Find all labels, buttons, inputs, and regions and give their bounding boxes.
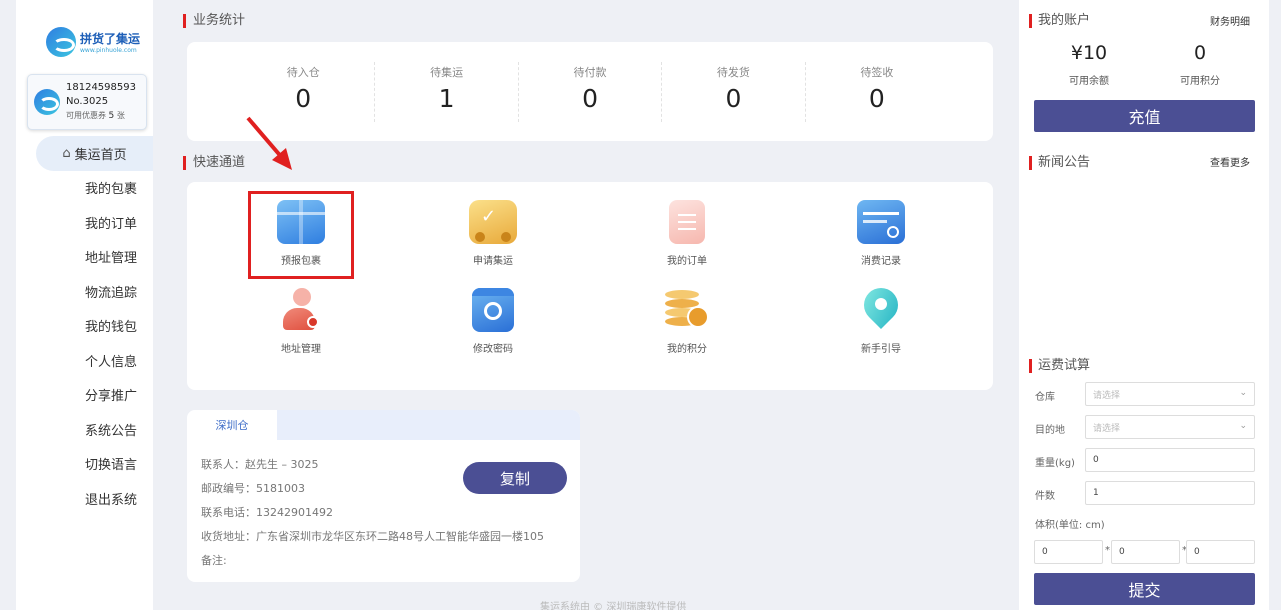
coins-icon	[663, 288, 711, 332]
quick-change-password[interactable]: 修改密码	[433, 288, 553, 355]
annotation-arrow	[246, 116, 292, 170]
right-panel: 我的账户 财务明细 ¥10 可用余额 0 可用积分 充值 新闻公告 查看更多 运…	[1019, 0, 1269, 610]
times-sign: *	[1105, 545, 1110, 556]
submit-button[interactable]: 提交	[1034, 573, 1255, 605]
quick-beginner-guide[interactable]: 新手引导	[821, 280, 941, 355]
warehouse-phone: 联系电话：13242901492	[201, 506, 333, 519]
recharge-button[interactable]: 充值	[1034, 100, 1255, 132]
destination-label: 目的地	[1035, 425, 1065, 436]
points-value: 0	[1193, 42, 1207, 64]
sidebar-item-announcements[interactable]: 系统公告	[36, 412, 153, 447]
balance-label: 可用余额	[1069, 76, 1109, 87]
count-label: 件数	[1035, 491, 1055, 502]
sidebar-item-orders[interactable]: 我的订单	[36, 205, 153, 240]
person-icon	[281, 288, 321, 332]
quick-access-card: 预报包裹 ✓ 申请集运 我的订单 消费记录 地址管理 修改密码 我的积分 新手引…	[187, 182, 993, 390]
coupon-info: 可用优惠券 5 张	[66, 111, 125, 121]
sidebar: 拼货了集运 www.pinhuole.com 18124598593 No.30…	[16, 0, 153, 610]
news-title: 新闻公告	[1029, 156, 1090, 170]
card-icon	[857, 200, 905, 244]
count-input[interactable]: 1	[1085, 481, 1255, 505]
stat-pending-payment[interactable]: 待付款 0	[519, 61, 663, 122]
chevron-down-icon: ⌄	[1239, 388, 1247, 398]
balance-value: ¥10	[1070, 42, 1108, 64]
warehouse-card: 深圳仓 联系人：赵先生 – 3025 邮政编号：5181003 联系电话：132…	[187, 410, 580, 582]
stat-pending-shipment[interactable]: 待发货 0	[662, 61, 806, 122]
width-input[interactable]: 0	[1111, 540, 1180, 564]
warehouse-select[interactable]: 请选择 ⌄	[1085, 382, 1255, 406]
user-card[interactable]: 18124598593 No.3025 可用优惠券 5 张	[27, 74, 147, 130]
gear-icon	[472, 288, 514, 332]
logo-url: www.pinhuole.com	[80, 47, 137, 54]
quick-address-management[interactable]: 地址管理	[241, 288, 361, 355]
sidebar-item-logout[interactable]: 退出系统	[36, 481, 153, 516]
logo-icon	[46, 27, 76, 57]
weight-label: 重量(kg)	[1035, 458, 1075, 469]
box-icon	[277, 200, 325, 244]
sidebar-item-packages[interactable]: 我的包裹	[36, 171, 153, 206]
account-title: 我的账户	[1029, 14, 1090, 28]
height-input[interactable]: 0	[1186, 540, 1255, 564]
sidebar-item-language[interactable]: 切换语言	[36, 447, 153, 482]
chevron-down-icon: ⌄	[1239, 421, 1247, 431]
stat-pending-receipt[interactable]: 待签收 0	[806, 62, 948, 122]
quick-spending-records[interactable]: 消费记录	[821, 200, 941, 267]
tab-shenzhen-warehouse[interactable]: 深圳仓	[187, 410, 277, 440]
sidebar-item-home[interactable]: ⌂ 集运首页	[36, 136, 153, 171]
sidebar-item-profile[interactable]: 个人信息	[36, 343, 153, 378]
truck-icon: ✓	[469, 200, 517, 244]
quick-apply-consolidation[interactable]: ✓ 申请集运	[433, 200, 553, 267]
volume-label: 体积(单位: cm)	[1035, 520, 1105, 531]
logo[interactable]: 拼货了集运 www.pinhuole.com	[46, 22, 146, 62]
sidebar-item-wallet[interactable]: 我的钱包	[36, 309, 153, 344]
weight-input[interactable]: 0	[1085, 448, 1255, 472]
quick-title: 快速通道	[183, 156, 245, 170]
warehouse-note: 备注:	[201, 554, 227, 567]
quick-forecast-package[interactable]: 预报包裹	[241, 200, 361, 267]
footer-text: 集运系统由 © 深圳瑞康软件提供	[540, 602, 687, 610]
quick-my-points[interactable]: 我的积分	[627, 288, 747, 355]
points-label: 可用积分	[1180, 76, 1220, 87]
destination-select[interactable]: 请选择 ⌄	[1085, 415, 1255, 439]
sidebar-item-addresses[interactable]: 地址管理	[36, 240, 153, 275]
clipboard-icon	[669, 200, 705, 244]
stats-card: 待入仓 0 待集运 1 待付款 0 待发货 0 待签收 0	[187, 42, 993, 141]
length-input[interactable]: 0	[1034, 540, 1103, 564]
sidebar-item-label: 集运首页	[74, 147, 127, 163]
warehouse-address: 收货地址：广东省深圳市龙华区东环二路48号人工智能华盛园一楼105	[201, 530, 544, 543]
news-more-link[interactable]: 查看更多	[1210, 154, 1250, 169]
calc-title: 运费试算	[1029, 359, 1090, 373]
stats-title: 业务统计	[183, 14, 245, 28]
user-phone: 18124598593	[66, 82, 136, 93]
user-number: No.3025	[66, 96, 109, 107]
warehouse-label: 仓库	[1035, 392, 1055, 403]
avatar	[34, 89, 60, 115]
sidebar-item-share[interactable]: 分享推广	[36, 378, 153, 413]
sidebar-item-tracking[interactable]: 物流追踪	[36, 274, 153, 309]
location-pin-icon	[856, 280, 906, 332]
sidebar-nav: ⌂ 集运首页 我的包裹 我的订单 地址管理 物流追踪 我的钱包 个人信息 分享推…	[36, 136, 153, 516]
quick-my-orders[interactable]: 我的订单	[627, 200, 747, 267]
home-icon: ⌂	[62, 145, 71, 161]
copy-button[interactable]: 复制	[463, 462, 567, 494]
logo-text: 拼货了集运	[80, 32, 141, 46]
finance-detail-link[interactable]: 财务明细	[1210, 13, 1250, 28]
stat-pending-consolidation[interactable]: 待集运 1	[375, 61, 519, 122]
